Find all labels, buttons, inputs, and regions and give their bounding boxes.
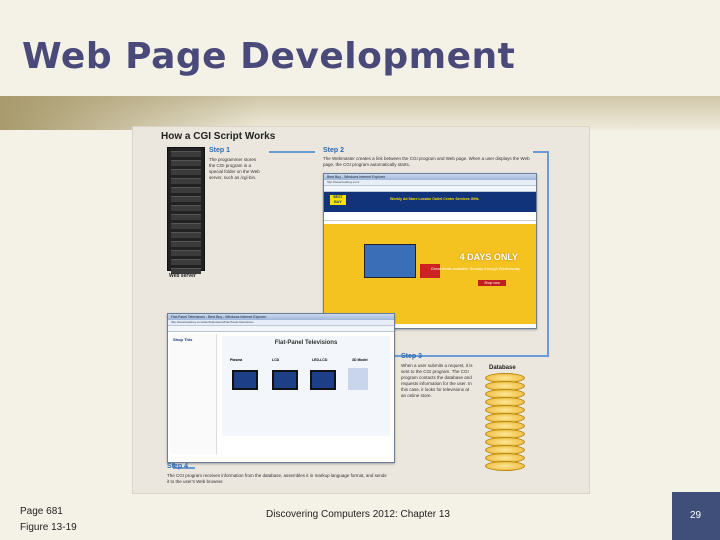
- category-3d[interactable]: 3D Model: [352, 358, 368, 362]
- database-label: Database: [489, 365, 516, 371]
- banner-subtext: Great deals available Sunday through Wed…: [430, 266, 520, 271]
- slide-title: Web Page Development: [22, 36, 516, 77]
- step3-heading: Step 3: [401, 353, 423, 360]
- step4-text: The CGI program receives information fro…: [167, 473, 387, 484]
- category-lcd[interactable]: LCD: [272, 358, 279, 362]
- step2-arrow-side: [547, 151, 549, 357]
- figure-title: How a CGI Script Works: [161, 131, 276, 142]
- browser2-favorites-bar: [168, 326, 394, 332]
- web-server-icon: [167, 147, 205, 274]
- person-image: [348, 368, 368, 390]
- results-sidebar: Shop This: [170, 334, 217, 454]
- store-logo: BEST BUY: [330, 195, 346, 205]
- footer-figure-ref: Figure 13-19: [20, 522, 77, 533]
- step2-text: The Webmaster creates a link between the…: [323, 156, 530, 167]
- web-server-label: Web server: [169, 273, 196, 279]
- tv-thumbnail[interactable]: [232, 370, 258, 390]
- cgi-figure: How a CGI Script Works Web server Step 1…: [132, 126, 590, 494]
- store-category-bar: [324, 212, 536, 221]
- results-panel: Flat-Panel Televisions Plasma LCD LED-LC…: [222, 336, 390, 436]
- sidebar-heading: Shop This: [173, 337, 193, 342]
- banner-heading: 4 DAYS ONLY: [459, 252, 518, 262]
- page-number: 29: [690, 510, 702, 521]
- tv-thumbnail[interactable]: [272, 370, 298, 390]
- footer-page-ref: Page 681: [20, 506, 63, 517]
- tv-thumbnail[interactable]: [310, 370, 336, 390]
- step1-heading: Step 1: [209, 147, 231, 154]
- promo-banner[interactable]: 4 DAYS ONLY Great deals available Sunday…: [324, 224, 536, 324]
- step1-arrow: [269, 151, 315, 153]
- store-header: BEST BUY Weekly Ad Store Locator Outlet …: [324, 192, 536, 212]
- step4-heading: Step 4: [167, 463, 189, 470]
- step2-heading: Step 2: [323, 147, 345, 154]
- shop-now-button[interactable]: Shop now: [478, 280, 506, 286]
- title-band-shade: [0, 96, 260, 130]
- step3-text: When a user submits a request, it is sen…: [401, 363, 473, 398]
- database-icon: [485, 373, 525, 477]
- step1-text: The programmer stores the CGI program in…: [209, 157, 260, 180]
- store-menu[interactable]: Weekly Ad Store Locator Outlet Center Se…: [390, 197, 479, 201]
- footer-course: Discovering Computers 2012: Chapter 13: [266, 509, 450, 520]
- results-heading: Flat-Panel Televisions: [274, 340, 338, 346]
- category-led-lcd[interactable]: LED-LCD: [312, 358, 327, 362]
- laptop-image: [364, 244, 416, 278]
- browser-window-home: Best Buy - Windows Internet Explorer htt…: [323, 173, 537, 329]
- browser-window-results: Flat-Panel Televisions - Best Buy - Wind…: [167, 313, 395, 463]
- category-plasma[interactable]: Plasma: [230, 358, 242, 362]
